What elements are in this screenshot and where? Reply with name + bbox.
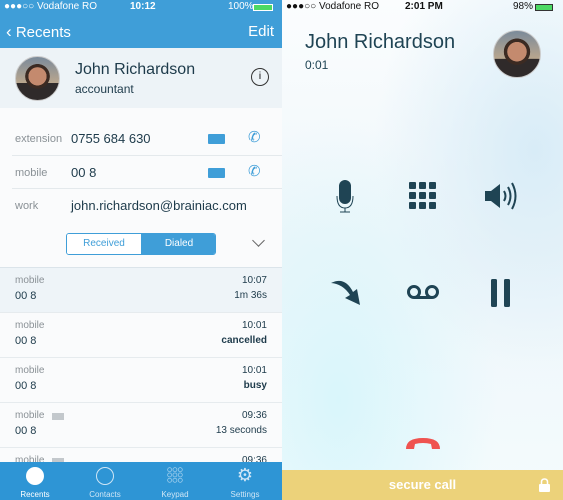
gear-icon: ⚙	[236, 465, 254, 485]
call-number: 00 8	[15, 290, 37, 302]
pause-icon	[491, 279, 510, 307]
clock: 2:01 PM	[405, 1, 443, 12]
phone-call-icon[interactable]: ✆	[248, 162, 261, 180]
chevron-left-icon: ‹	[6, 22, 12, 41]
call-history-row[interactable]: mobile 00 8 10:01 cancelled	[0, 313, 282, 358]
chevron-down-icon[interactable]	[252, 234, 265, 247]
hangup-icon	[406, 438, 440, 449]
call-type: mobile	[15, 320, 45, 331]
transfer-icon	[331, 280, 360, 305]
contact-title: accountant	[75, 82, 134, 96]
field-label: mobile	[15, 167, 48, 179]
call-history-row[interactable]: mobile 00 8 10:01 busy	[0, 358, 282, 403]
lock-icon	[539, 478, 550, 492]
divider	[12, 188, 282, 189]
voicemail-icon	[407, 285, 439, 299]
hangup-button[interactable]	[405, 437, 441, 451]
field-label: work	[15, 200, 39, 212]
info-icon[interactable]: i	[251, 68, 269, 86]
tab-bar: Recents Contacts Keypad ⚙ Settings	[0, 462, 282, 500]
battery-percent: 100%	[228, 1, 254, 12]
call-status: 1m 36s	[234, 290, 267, 301]
call-time: 10:01	[241, 320, 267, 331]
tab-contacts[interactable]: Contacts	[70, 462, 140, 500]
tab-settings[interactable]: ⚙ Settings	[210, 462, 280, 500]
call-type: mobile	[15, 275, 45, 286]
battery-icon	[535, 4, 553, 11]
hold-button[interactable]	[491, 279, 511, 307]
nav-bar: ‹ Recents Edit	[0, 14, 282, 48]
call-time: 10:01	[241, 365, 267, 376]
voicemail-button[interactable]	[407, 284, 439, 300]
video-icon	[52, 413, 64, 420]
call-number: 00 8	[15, 425, 37, 437]
call-type: mobile	[15, 410, 45, 421]
back-button[interactable]: ‹ Recents	[6, 22, 71, 42]
keypad-icon	[167, 467, 183, 483]
call-type: mobile	[15, 365, 45, 376]
clock-icon	[26, 467, 44, 485]
divider	[12, 155, 282, 156]
call-filter-segmented-control: Received Dialed	[66, 233, 216, 255]
call-status: cancelled	[221, 335, 267, 346]
call-history-row[interactable]: mobile 00 8 10:07 1m 36s	[0, 268, 282, 313]
battery-icon	[253, 4, 273, 11]
status-bar: ●●●○○ Vodafone RO 10:12 100%	[0, 0, 282, 14]
speaker-icon	[485, 182, 517, 210]
call-status: 13 seconds	[215, 425, 267, 436]
segment-received[interactable]: Received	[67, 234, 141, 254]
phone-call-icon[interactable]: ✆	[248, 128, 261, 146]
call-history-row[interactable]: mobile 00 8 09:36 13 seconds	[0, 403, 282, 448]
caller-avatar	[493, 30, 541, 78]
field-label: extension	[15, 133, 63, 145]
secure-call-label: secure call	[388, 477, 457, 492]
segment-dialed[interactable]: Dialed	[141, 234, 215, 254]
carrier: ●●●○○ Vodafone RO	[4, 1, 98, 12]
speaker-button[interactable]	[485, 182, 519, 210]
call-time: 10:07	[241, 275, 267, 286]
call-duration: 0:01	[305, 58, 329, 72]
carrier: ●●●○○ Vodafone RO	[286, 1, 380, 12]
status-bar: ●●●○○ Vodafone RO 2:01 PM 98%	[282, 0, 563, 14]
battery-percent: 98%	[513, 1, 534, 12]
in-call-screen: ●●●○○ Vodafone RO 2:01 PM 98% John Richa…	[282, 0, 563, 500]
video-call-icon[interactable]	[208, 168, 225, 178]
contact-header: John Richardson accountant i	[0, 48, 282, 108]
secure-call-bar: secure call	[282, 470, 563, 500]
avatar	[15, 56, 60, 101]
edit-button[interactable]: Edit	[248, 23, 274, 40]
clock: 10:12	[130, 1, 156, 12]
call-number: 00 8	[15, 335, 37, 347]
work-email[interactable]: john.richardson@brainiac.com	[71, 198, 247, 213]
call-status: busy	[243, 380, 267, 391]
mute-button[interactable]	[336, 180, 354, 214]
caller-name: John Richardson	[305, 31, 456, 53]
extension-number[interactable]: 0755 684 630	[71, 131, 151, 146]
keypad-icon	[409, 182, 436, 209]
keypad-button[interactable]	[409, 182, 437, 210]
contact-name: John Richardson	[75, 61, 196, 78]
video-call-icon[interactable]	[208, 134, 225, 144]
transfer-button[interactable]	[331, 278, 363, 306]
tab-recents[interactable]: Recents	[0, 462, 70, 500]
tab-keypad[interactable]: Keypad	[140, 462, 210, 500]
contact-detail-screen: ●●●○○ Vodafone RO 10:12 100% ‹ Recents E…	[0, 0, 282, 500]
call-time: 09:36	[241, 410, 267, 421]
microphone-icon	[336, 180, 354, 213]
person-icon	[96, 467, 114, 485]
call-number: 00 8	[15, 380, 37, 392]
mobile-number[interactable]: 00 8	[71, 165, 96, 180]
back-label: Recents	[15, 24, 71, 41]
